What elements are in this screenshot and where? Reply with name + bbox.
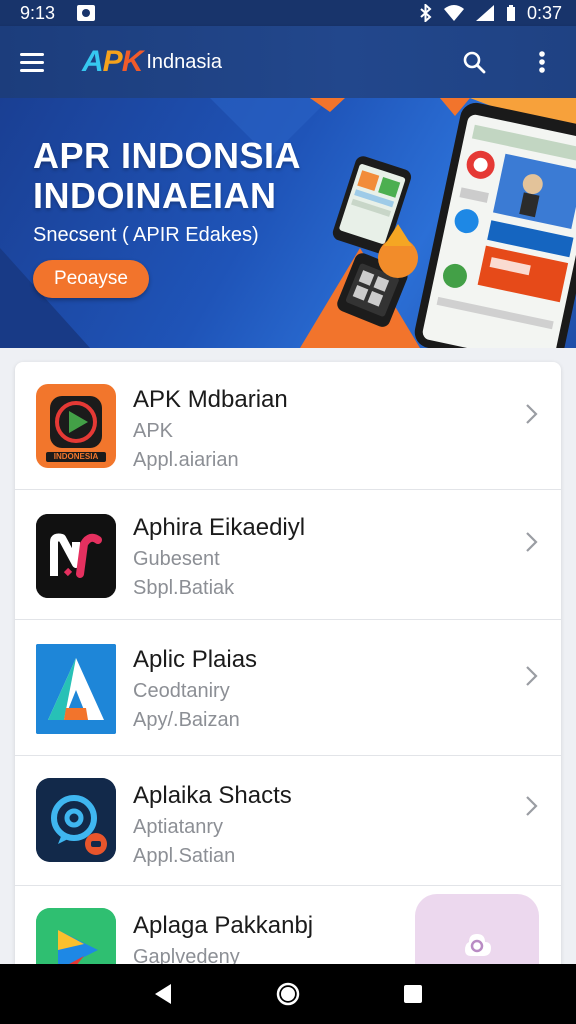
notification-icon [77,5,96,21]
recents-icon[interactable] [393,974,433,1014]
list-item[interactable]: Aphira Eikaediyl Gubesent Sbpl.Batiak [15,490,561,620]
hero-title-line1: APR INDONSIA [33,135,302,176]
app-category: Ceodtaniry [133,680,230,702]
hero-banner[interactable]: APR INDONSIA INDOINAEIAN Snecsent ( APIR… [0,98,576,348]
app-category: Gubesent [133,548,220,570]
n-logo-icon [36,514,116,598]
app-title: Indnasia [146,50,222,73]
battery-icon [506,5,515,21]
app-category: APK [133,420,174,442]
back-icon[interactable] [143,974,183,1014]
status-bar: 9:13 0:37 [0,0,576,26]
app-name: APK Mdbarian [133,386,288,413]
app-list: INDONESIA APK Mdbarian APK Appl.aiarian … [15,362,561,982]
status-time-right: 0:37 [526,2,562,23]
brand-logo: APK [82,45,143,78]
app-icon-label: INDONESIA [53,452,99,461]
chevron-right-icon [526,796,538,816]
menu-icon[interactable] [20,48,48,76]
hero-title: APR INDONSIA INDOINAEIAN [33,136,301,216]
app-subtitle: Appl.aiarian [133,449,239,471]
status-time: 9:13 [20,2,56,23]
search-icon[interactable] [460,48,488,76]
chevron-right-icon [526,532,538,552]
app-name: Aplic Plaias [133,646,258,673]
app-subtitle: Apy/.Baizan [133,709,240,731]
chevron-right-icon [526,404,538,424]
more-vert-icon[interactable] [528,48,556,76]
a-logo-icon [36,644,116,734]
system-nav-bar [0,964,576,1024]
home-icon[interactable] [268,974,308,1014]
app-bar: APK Indnasia [0,26,576,98]
plugin-icon [465,934,491,956]
app-name: Aphira Eikaediyl [133,514,306,541]
list-item[interactable]: Aplaika Shacts Aptiatanry Appl.Satian [15,756,561,886]
list-item[interactable]: Aplic Plaias Ceodtaniry Apy/.Baizan [15,620,561,756]
app-subtitle: Appl.Satian [133,845,236,867]
hero-phones-illustration [332,102,576,348]
chat-bubble-icon [36,778,116,862]
brand[interactable]: APK Indnasia [82,45,222,79]
signal-icon [475,5,494,21]
app-subtitle: Sbpl.Batiak [133,577,235,599]
bluetooth-icon [420,4,432,22]
chevron-right-icon [526,666,538,686]
wifi-icon [443,5,464,21]
app-category: Aptiatanry [133,816,224,838]
list-item[interactable]: INDONESIA APK Mdbarian APK Appl.aiarian [15,362,561,490]
hero-subtitle: Snecsent ( APIR Edakes) [33,224,259,246]
app-name: Aplaga Pakkanbj [133,912,314,939]
hero-title-line2: INDOINAEIAN [33,175,277,216]
app-name: Aplaika Shacts [133,782,292,809]
play-icon: INDONESIA [36,384,116,468]
hero-cta-button[interactable]: Peoayse [33,260,149,298]
